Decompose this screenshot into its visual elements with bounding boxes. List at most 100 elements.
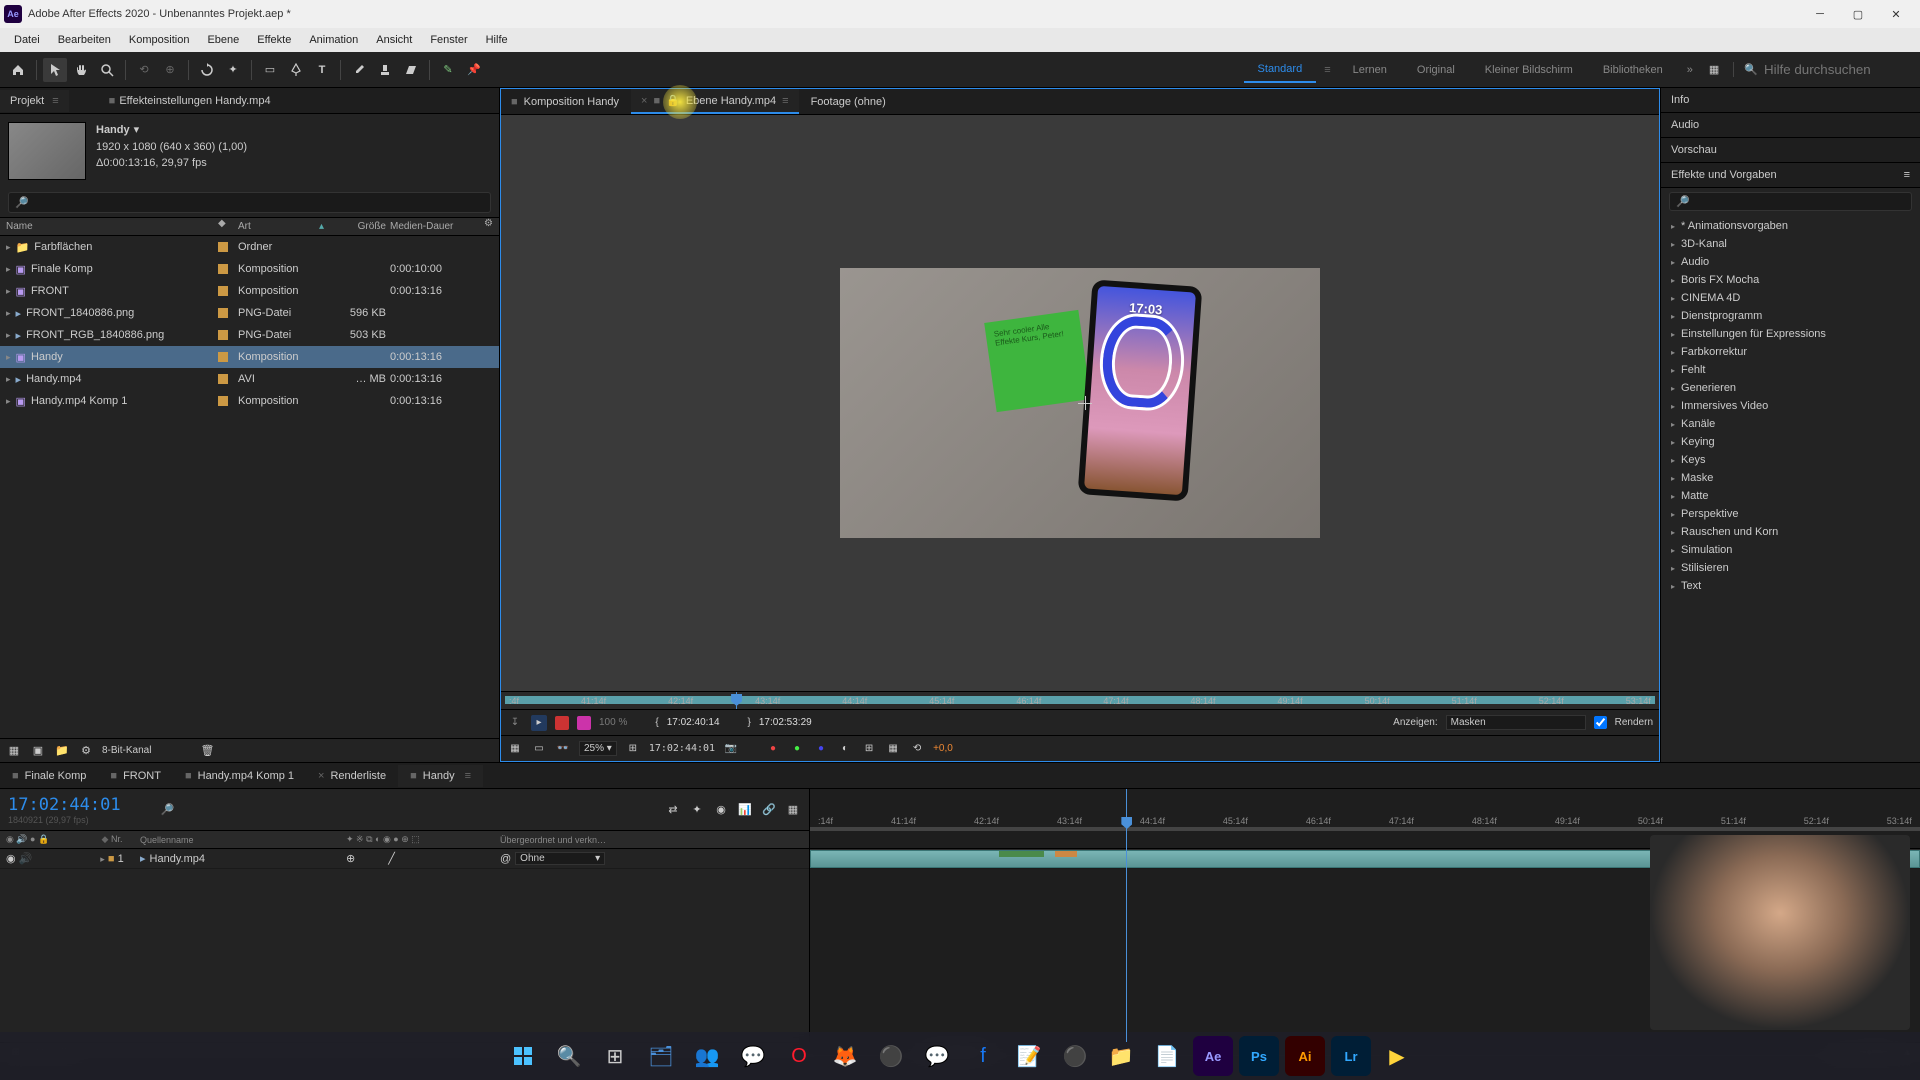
eraser-tool-icon[interactable] [399, 58, 423, 82]
layer-row-1[interactable]: ◉ 🔊 ▸ ■ 1 ▸ Handy.mp4 ⊕ ╱ @ [0, 849, 809, 869]
grid-icon[interactable]: ⊞ [861, 741, 877, 757]
layer-twirl-icon[interactable]: ▸ [100, 854, 105, 864]
guides-icon[interactable]: ▦ [885, 741, 901, 757]
effect-controls-tab[interactable]: ■ Effekteinstellungen Handy.mp4 [99, 90, 281, 112]
orbit-tool-icon[interactable]: ⟲ [132, 58, 156, 82]
menu-ansicht[interactable]: Ansicht [368, 32, 420, 48]
taskbar-notes-icon[interactable]: 📝 [1009, 1036, 1049, 1076]
taskbar-whatsapp-icon[interactable]: 💬 [733, 1036, 773, 1076]
effects-category[interactable]: ▸Kanäle [1661, 415, 1920, 433]
alpha-icon[interactable]: ▦ [507, 741, 523, 757]
effects-category[interactable]: ▸Boris FX Mocha [1661, 271, 1920, 289]
taskbar-folder-icon[interactable]: 📁 [1101, 1036, 1141, 1076]
workspace-original[interactable]: Original [1403, 58, 1469, 82]
magnify-pct[interactable]: 100 % [599, 717, 627, 728]
effects-category[interactable]: ▸Stilisieren [1661, 559, 1920, 577]
snapshot-icon[interactable]: 📷 [723, 741, 739, 757]
frame-blend-icon[interactable]: ✦ [689, 802, 705, 818]
resolution-icon[interactable]: ⊞ [625, 741, 641, 757]
project-item-row[interactable]: ▸▣Handy.mp4 Komp 1 Komposition 0:00:13:1… [0, 390, 499, 412]
new-folder-icon[interactable]: 📁 [54, 743, 70, 759]
taskbar-teams-icon[interactable]: 👥 [687, 1036, 727, 1076]
effects-category[interactable]: ▸Simulation [1661, 541, 1920, 559]
menu-komposition[interactable]: Komposition [121, 32, 198, 48]
audio-panel-tab[interactable]: Audio [1661, 113, 1920, 138]
delete-icon[interactable]: 🗑 [199, 743, 215, 759]
draft3d-icon[interactable]: 🔗 [761, 802, 777, 818]
parent-dropdown[interactable]: Ohne▾ [515, 852, 605, 865]
taskbar-explorer-icon[interactable]: 🗂 [641, 1036, 681, 1076]
anchor-point-icon[interactable] [1078, 396, 1092, 410]
timeline-tab[interactable]: ■Handy.mp4 Komp 1 [173, 765, 306, 787]
pickwhip-icon[interactable]: @ [500, 853, 511, 865]
taskbar-app1-icon[interactable]: ⚫ [871, 1036, 911, 1076]
new-comp-icon[interactable]: ▣ [30, 743, 46, 759]
green-ch-icon[interactable]: ● [789, 741, 805, 757]
marker-red-icon[interactable] [555, 716, 569, 730]
minimize-button[interactable]: ─ [1810, 4, 1830, 24]
bit-depth-label[interactable]: 8-Bit-Kanal [102, 745, 151, 756]
menu-effekte[interactable]: Effekte [249, 32, 299, 48]
menu-animation[interactable]: Animation [301, 32, 366, 48]
project-item-row[interactable]: ▸▣Finale Komp Komposition 0:00:10:00 [0, 258, 499, 280]
alpha-ch-icon[interactable]: ◐ [837, 741, 853, 757]
effects-category[interactable]: ▸Dienstprogramm [1661, 307, 1920, 325]
taskbar-windows-icon[interactable] [503, 1036, 543, 1076]
source-name-header[interactable]: Quellenname [136, 835, 346, 845]
interpret-footage-icon[interactable]: ▦ [6, 743, 22, 759]
status-time[interactable]: 17:02:44:01 [649, 743, 715, 754]
timeline-ruler[interactable]: :14f41:14f42:14f43:14f44:14f45:14f46:14f… [810, 789, 1920, 831]
stamp-tool-icon[interactable] [373, 58, 397, 82]
render-checkbox[interactable] [1594, 716, 1607, 729]
panel-menu-icon[interactable]: ≡ [1904, 169, 1910, 181]
current-time-indicator[interactable] [1126, 789, 1127, 1042]
help-search-input[interactable] [1764, 62, 1904, 77]
layer-time-ruler[interactable]: :4f41:14f42:14f43:14f44:14f45:14f46:14f4… [501, 691, 1659, 709]
menu-hilfe[interactable]: Hilfe [478, 32, 516, 48]
col-size-header[interactable]: Größe [326, 218, 388, 235]
effects-category[interactable]: ▸Audio [1661, 253, 1920, 271]
preview-panel-tab[interactable]: Vorschau [1661, 138, 1920, 163]
effects-category[interactable]: ▸Perspektive [1661, 505, 1920, 523]
panel-menu-icon[interactable]: ≡ [52, 95, 58, 107]
effects-category[interactable]: ▸CINEMA 4D [1661, 289, 1920, 307]
close-button[interactable]: ✕ [1886, 4, 1906, 24]
col-settings-icon[interactable]: ⚙ [484, 218, 499, 235]
project-item-row[interactable]: ▸▸FRONT_1840886.png PNG-Datei 596 KB [0, 302, 499, 324]
project-search-input[interactable]: 🔎 [8, 192, 491, 213]
home-tool-icon[interactable] [6, 58, 30, 82]
menu-fenster[interactable]: Fenster [422, 32, 475, 48]
taskbar-ai-icon[interactable]: Ai [1285, 1036, 1325, 1076]
effects-category[interactable]: ▸Keying [1661, 433, 1920, 451]
mask-icon[interactable]: 👓 [555, 741, 571, 757]
exposure-offset[interactable]: +0,0 [933, 743, 953, 754]
red-ch-icon[interactable]: ● [765, 741, 781, 757]
effects-category[interactable]: ▸* Animationsvorgaben [1661, 217, 1920, 235]
project-item-row[interactable]: ▸📁Farbflächen Ordner [0, 236, 499, 258]
in-time[interactable]: 17:02:40:14 [667, 717, 720, 728]
layer-switch-fx[interactable]: ╱ [388, 853, 395, 865]
layer-switch-collapse[interactable]: ⊕ [346, 853, 355, 865]
effects-category[interactable]: ▸Keys [1661, 451, 1920, 469]
timeline-tab[interactable]: ■Handy≡ [398, 765, 483, 787]
effects-category[interactable]: ▸Einstellungen für Expressions [1661, 325, 1920, 343]
workspace-lernen[interactable]: Lernen [1339, 58, 1401, 82]
preview-ram-icon[interactable]: ▸ [531, 715, 547, 731]
taskbar-search-icon[interactable]: 🔍 [549, 1036, 589, 1076]
panel-menu-icon[interactable]: ≡ [782, 95, 788, 107]
zoom-tool-icon[interactable] [95, 58, 119, 82]
menu-bearbeiten[interactable]: Bearbeiten [50, 32, 119, 48]
timeline-tab[interactable]: ■Finale Komp [0, 765, 98, 787]
current-timecode[interactable]: 17:02:44:01 [8, 795, 121, 815]
workspace-kleiner[interactable]: Kleiner Bildschirm [1471, 58, 1587, 82]
project-settings-icon[interactable]: ⚙ [78, 743, 94, 759]
rotate-tool-icon[interactable] [195, 58, 219, 82]
taskbar-ps-icon[interactable]: Ps [1239, 1036, 1279, 1076]
effects-category[interactable]: ▸Matte [1661, 487, 1920, 505]
reset-exposure-icon[interactable]: ⟲ [909, 741, 925, 757]
motion-blur-icon[interactable]: ◉ [713, 802, 729, 818]
timeline-search-input[interactable]: 🔎 [161, 803, 175, 816]
roto-tool-icon[interactable]: ✎ [436, 58, 460, 82]
blue-ch-icon[interactable]: ● [813, 741, 829, 757]
taskbar-messenger-icon[interactable]: 💬 [917, 1036, 957, 1076]
